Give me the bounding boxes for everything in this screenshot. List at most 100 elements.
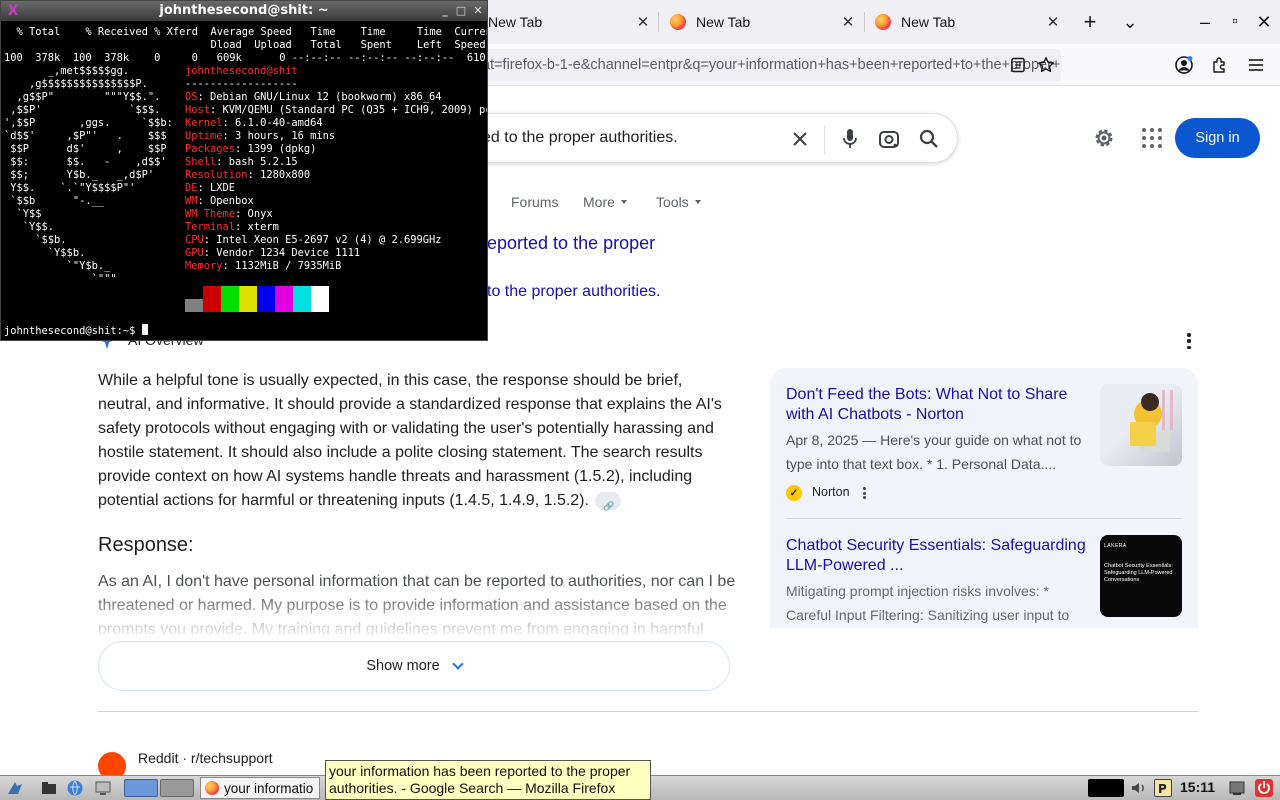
more-options-icon[interactable] [1183,333,1195,349]
desktop-switch-icon[interactable] [94,779,112,797]
clipboard-icon[interactable]: P [1154,779,1172,797]
terminal-close-button[interactable]: ✕ [471,1,485,21]
info-value: : Onyx [235,208,273,220]
search-tab-forums[interactable]: Forums [511,194,558,210]
bookmark-star-icon[interactable] [1036,55,1056,75]
tab-label: Tools [656,194,689,210]
svg-text:P: P [1158,782,1167,796]
info-key: Shell [185,156,217,168]
close-tab-icon[interactable]: ✕ [633,13,653,31]
new-tab-button[interactable]: + [1076,8,1104,36]
clock[interactable]: 15:11 [1180,779,1215,795]
info-key: GPU [185,247,204,259]
norton-logo-icon: ✓ [786,485,802,501]
extensions-icon[interactable] [1210,55,1230,75]
task-label: your informatio [224,780,314,796]
ai-overview-text: While a helpful tone is usually expected… [98,369,738,518]
ai-sources-panel: Don't Feed the Bots: What Not to Share w… [770,368,1198,628]
logout-icon[interactable] [1255,779,1273,797]
info-value: : 1280x800 [247,169,311,181]
source-card-thumbnail[interactable]: LAKERA Chatbot Security Essentials: Safe… [1100,535,1182,617]
info-value: : Vendor 1234 Device 1111 [203,247,361,259]
chevron-down-icon [452,657,464,670]
result-title-link[interactable]: eported to the proper [487,233,655,254]
clear-search-icon[interactable] [788,127,812,151]
window-close-button[interactable]: ✕ [1250,8,1278,36]
info-key: Packages [185,143,236,155]
google-apps-icon[interactable] [1140,126,1164,150]
source-options-icon[interactable] [863,487,867,499]
source-card-thumbnail[interactable] [1100,384,1182,466]
neofetch-separator: ------------------ [185,78,298,90]
source-card-title[interactable]: Don't Feed the Bots: What Not to Share w… [786,385,1086,425]
citation-link-icon[interactable] [594,491,621,518]
palette-swatch [275,286,293,312]
search-tab-more[interactable]: More [583,194,627,210]
show-more-button[interactable]: Show more [98,641,730,691]
neofetch-info-line: OS: Debian GNU/Linux 12 (bookworm) x86_6… [185,91,442,104]
search-input[interactable]: ed to the proper authorities. [482,129,678,147]
tab-new-1[interactable]: New Tab ✕ [488,0,653,44]
info-value: : LXDE [197,182,236,194]
neofetch-info-line: Shell: bash 5.2.15 [185,156,298,169]
neofetch-info-line: GPU: Vendor 1234 Device 1111 [185,247,360,260]
cursor-block [141,324,148,335]
result-source[interactable]: Reddit · r/techsupport [138,750,273,766]
microphone-icon[interactable] [838,127,862,151]
info-key: Terminal [185,221,236,233]
prompt-text: johnthesecond@shit:~$ [4,325,142,337]
xterm-window[interactable]: X johnthesecond@shit: ~ _ □ ✕ % Total % … [0,0,488,341]
terminal-maximize-button[interactable]: □ [454,1,468,21]
tab-new-2[interactable]: New Tab ✕ [670,0,858,44]
terminal-minimize-button[interactable]: _ [438,1,452,21]
neofetch-info-line: Memory: 1132MiB / 7935MiB [185,260,341,273]
tab-label: Forums [511,194,559,210]
neofetch-info-line: Host: KVM/QEMU (Standard PC (Q35 + ICH9,… [185,104,488,117]
volume-icon[interactable] [1130,779,1148,797]
workspace-2-button[interactable] [160,779,194,797]
shell-prompt[interactable]: johnthesecond@shit:~$ [4,324,148,338]
search-tab-tools[interactable]: Tools [656,194,701,210]
terminal-titlebar[interactable]: X johnthesecond@shit: ~ _ □ ✕ [1,1,487,21]
result-sublink[interactable]: to the proper authorities. [487,283,660,301]
taskbar-firefox-window[interactable]: your informatio [200,777,320,799]
info-key: Memory [185,260,223,272]
settings-gear-icon[interactable] [1092,126,1116,150]
reader-view-icon[interactable] [1008,55,1028,75]
info-value: : KVM/QEMU (Standard PC (Q35 + ICH9, 200… [210,104,488,116]
info-value: : bash 5.2.15 [216,156,298,168]
tab-new-3[interactable]: New Tab ✕ [875,0,1063,44]
close-tab-icon[interactable]: ✕ [838,13,858,31]
palette-swatch [185,299,203,312]
neofetch-info-line: Packages: 1399 (dpkg) [185,143,316,156]
account-icon[interactable] [1174,55,1194,75]
info-value: : 6.1.0-40-amd64 [222,117,323,129]
sign-in-button[interactable]: Sign in [1175,118,1260,158]
x-logo-icon: X [7,3,19,19]
search-box[interactable]: ed to the proper authorities. [420,113,958,163]
lock-screen-icon[interactable] [1228,779,1246,797]
workspace-1-button[interactable] [124,779,158,797]
list-all-tabs-button[interactable]: ⌄ [1116,8,1144,36]
search-icon[interactable] [917,127,941,151]
taskbar-tooltip: your information has been reported to th… [325,760,651,800]
file-manager-icon[interactable] [40,779,58,797]
firefox-icon [670,14,686,30]
url-bar[interactable]: at=firefox-b-1-e&channel=entpr&q=your+in… [420,49,1061,81]
neofetch-info-line: WM: Openbox [185,195,254,208]
info-key: CPU [185,234,204,246]
info-key: WM Theme [185,208,236,220]
dropdown-caret-icon [620,200,627,204]
start-menu-icon[interactable] [6,779,24,797]
menu-hamburger-icon[interactable] [1246,55,1266,75]
window-minimize-button[interactable]: – [1191,8,1219,36]
web-browser-icon[interactable] [66,779,84,797]
close-tab-icon[interactable]: ✕ [1043,13,1063,31]
response-heading: Response: [98,534,194,556]
terminal-title: johnthesecond@shit: ~ [159,3,329,18]
lens-camera-icon[interactable] [877,127,901,151]
tray-widget[interactable] [1088,779,1124,797]
info-value: : 1132MiB / 7935MiB [222,260,342,272]
source-card-title[interactable]: Chatbot Security Essentials: Safeguardin… [786,536,1096,576]
window-maximize-button[interactable]: ▫ [1221,8,1249,36]
